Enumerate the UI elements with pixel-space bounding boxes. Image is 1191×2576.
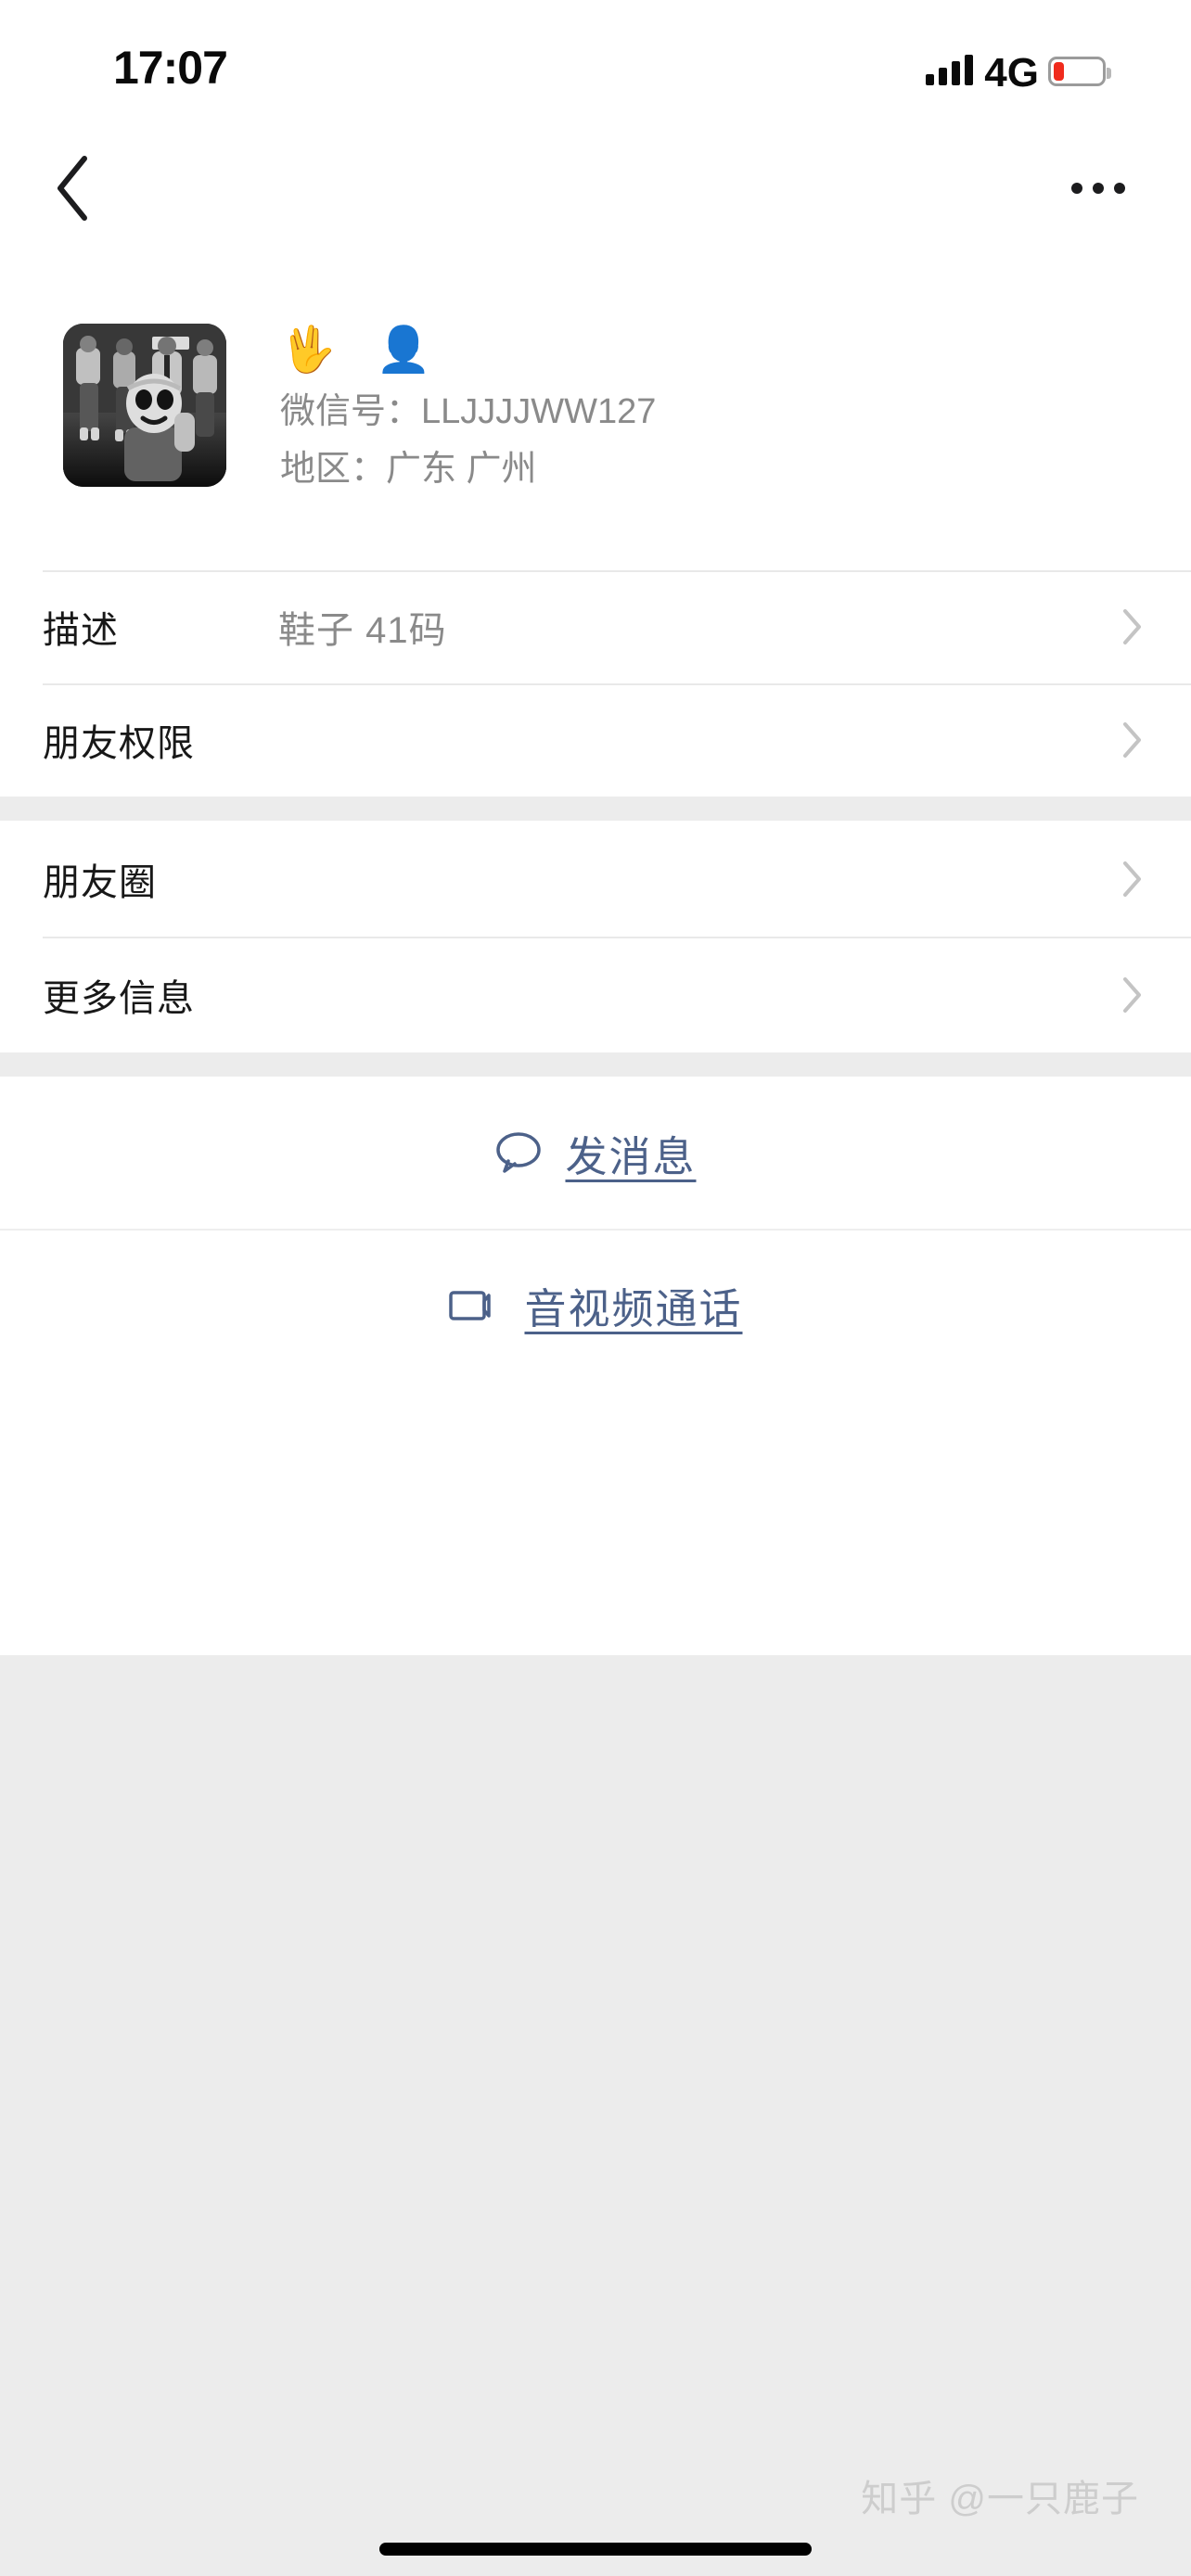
network-type-label: 4G (984, 50, 1039, 96)
signal-bars-icon (926, 54, 974, 85)
chevron-right-icon (1122, 608, 1143, 645)
profile-header[interactable]: 🖖 👤 微信号：LLJJJJWW127 地区：广东 广州 (0, 236, 1191, 570)
chat-bubble-icon (494, 1130, 543, 1175)
ellipsis-icon (1071, 182, 1125, 194)
row-moments[interactable]: 朋友圈 (0, 821, 1191, 937)
navigation-bar (0, 139, 1191, 236)
row-friend-permissions-label: 朋友权限 (43, 723, 195, 764)
watermark: 知乎 @一只鹿子 (861, 2479, 1139, 2519)
chevron-right-icon (1122, 861, 1143, 898)
status-bar-time: 17:07 (113, 42, 228, 94)
row-divider (43, 937, 1191, 938)
row-divider (43, 683, 1191, 685)
row-friend-permissions[interactable]: 朋友权限 (0, 683, 1191, 797)
battery-low-icon (1048, 57, 1111, 86)
video-call-label: 音视频通话 (524, 1284, 743, 1333)
home-indicator[interactable] (379, 2543, 812, 2556)
wechat-id-line: 微信号：LLJJJJWW127 (280, 392, 657, 431)
more-options-button[interactable] (1043, 139, 1154, 236)
row-description-value: 鞋子 41码 (278, 610, 447, 651)
display-name: 🖖 👤 (280, 324, 444, 376)
action-divider (0, 1229, 1191, 1231)
list-group-profile-details: 描述 鞋子 41码 朋友权限 (0, 570, 1191, 797)
row-description[interactable]: 描述 鞋子 41码 (0, 570, 1191, 683)
profile-sheet: 🖖 👤 微信号：LLJJJJWW127 地区：广东 广州 描述 鞋子 41码 朋… (0, 236, 1191, 1655)
section-divider-2 (0, 1052, 1191, 1077)
status-bar: 17:07 4G (0, 0, 1191, 139)
row-description-label: 描述 (43, 610, 119, 651)
page-background-bottom (0, 1655, 1191, 2576)
list-group-moments: 朋友圈 更多信息 (0, 821, 1191, 1052)
video-camera-icon (448, 1284, 502, 1325)
chevron-right-icon (1122, 976, 1143, 1014)
region-line: 地区：广东 广州 (280, 450, 537, 489)
send-message-button[interactable]: 发消息 (0, 1077, 1191, 1229)
send-message-label: 发消息 (565, 1132, 697, 1180)
section-divider-1 (0, 797, 1191, 821)
chevron-left-icon (51, 153, 92, 223)
avatar[interactable] (63, 324, 226, 487)
back-button[interactable] (20, 139, 122, 236)
chevron-right-icon (1122, 721, 1143, 759)
row-more-info-label: 更多信息 (43, 977, 195, 1019)
row-more-info[interactable]: 更多信息 (0, 937, 1191, 1052)
phone-screen: 17:07 4G 🖖 👤 微信号：LLJJJJWW127 地区：广东 广州 描述… (0, 0, 1191, 2576)
status-bar-indicators: 4G (926, 41, 1111, 96)
row-divider (43, 570, 1191, 572)
row-moments-label: 朋友圈 (43, 861, 157, 903)
video-call-button[interactable]: 音视频通话 (0, 1229, 1191, 1381)
avatar-image (63, 324, 226, 487)
profile-info: 🖖 👤 微信号：LLJJJJWW127 地区：广东 广州 (280, 322, 1115, 498)
